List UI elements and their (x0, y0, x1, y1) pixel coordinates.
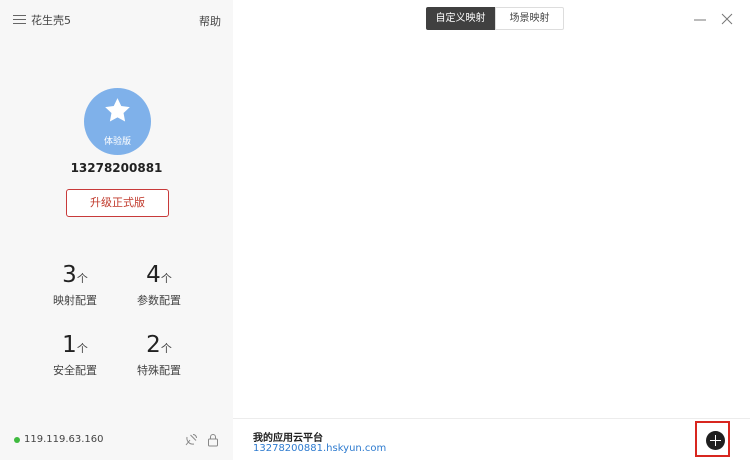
cloud-platform-title: 我的应用云平台 (253, 433, 323, 444)
stat-unit: 个 (160, 272, 172, 285)
stat-value: 1 (62, 332, 77, 358)
sidebar-header: 花生壳5 帮助 (0, 0, 233, 40)
cloud-domain-link[interactable]: 13278200881.hskyun.com (253, 443, 386, 454)
minimize-icon[interactable] (693, 11, 707, 25)
stat-params[interactable]: 4个 参数配置 (119, 262, 199, 308)
add-mapping-button[interactable] (706, 431, 725, 450)
mapping-tabs: 自定义映射 场景映射 (426, 7, 564, 30)
tab-scene-mapping[interactable]: 场景映射 (495, 7, 564, 30)
stat-label: 安全配置 (53, 364, 97, 377)
help-link[interactable]: 帮助 (199, 13, 221, 29)
tab-custom-mapping[interactable]: 自定义映射 (426, 7, 495, 30)
upgrade-button[interactable]: 升级正式版 (66, 189, 169, 217)
app-name: 花生壳5 (31, 14, 71, 27)
stat-security[interactable]: 1个 安全配置 (35, 332, 115, 378)
stat-label: 参数配置 (137, 294, 181, 307)
stat-unit: 个 (76, 342, 88, 355)
sidebar: 花生壳5 帮助 体验版 13278200881 升级正式版 3个 映射配置 4个… (0, 0, 233, 460)
online-status-dot (14, 436, 20, 443)
app-menu-button[interactable]: 花生壳5 (13, 12, 71, 28)
stat-special[interactable]: 2个 特殊配置 (119, 332, 199, 378)
ip-status: 119.119.63.160 (14, 434, 104, 445)
stat-value: 4 (146, 262, 161, 288)
stat-unit: 个 (76, 272, 88, 285)
stat-value: 3 (62, 262, 77, 288)
close-icon[interactable] (720, 11, 734, 25)
stat-mapping[interactable]: 3个 映射配置 (35, 262, 115, 308)
stat-label: 特殊配置 (137, 364, 181, 377)
menu-icon (13, 15, 26, 25)
edition-badge: 体验版 (103, 137, 131, 147)
account-id: 13278200881 (70, 161, 163, 175)
cloud-platform-bar: 我的应用云平台 13278200881.hskyun.com (233, 418, 750, 460)
ip-address: 119.119.63.160 (24, 434, 104, 445)
star-icon (105, 98, 130, 122)
avatar[interactable]: 体验版 (84, 88, 151, 155)
lock-icon[interactable] (207, 432, 219, 451)
stat-label: 映射配置 (53, 294, 97, 307)
stat-value: 2 (146, 332, 161, 358)
satellite-icon[interactable] (184, 432, 198, 451)
stat-unit: 个 (160, 342, 172, 355)
